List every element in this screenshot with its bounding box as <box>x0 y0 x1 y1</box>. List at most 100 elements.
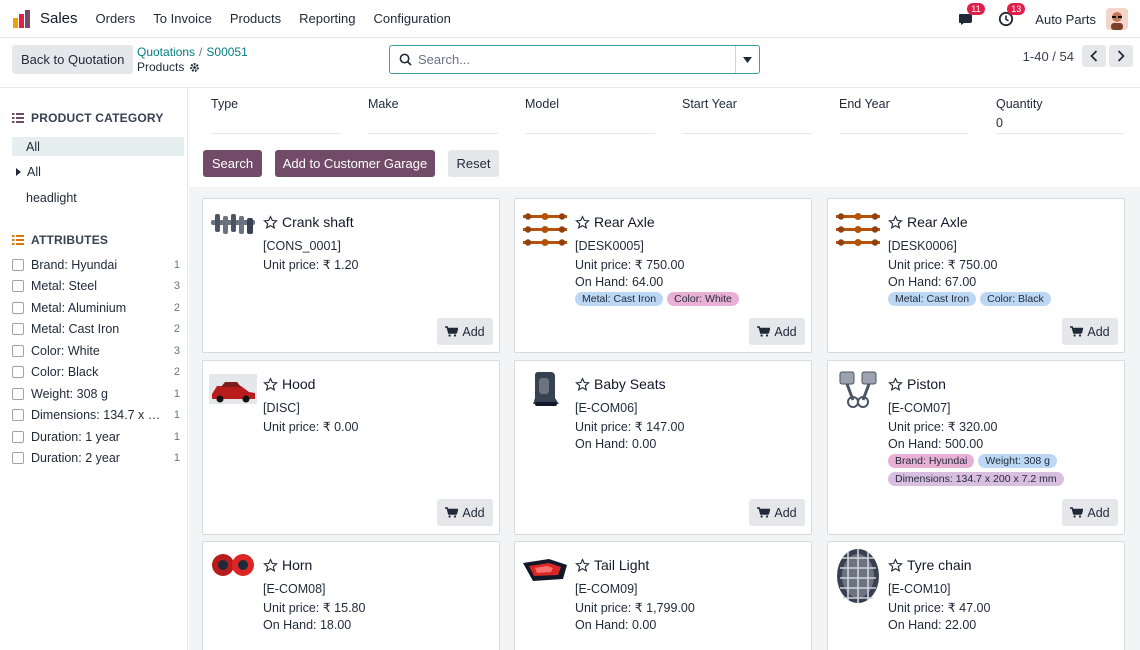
add-button[interactable]: Add <box>749 318 805 345</box>
checkbox[interactable] <box>12 388 24 400</box>
star-icon[interactable] <box>575 214 590 230</box>
filter-make-input[interactable] <box>368 133 498 134</box>
product-title[interactable]: Tyre chain <box>888 557 972 573</box>
product-category-header: PRODUCT CATEGORY <box>12 111 164 125</box>
add-button[interactable]: Add <box>749 499 805 526</box>
filter-type-input[interactable] <box>211 133 341 134</box>
breadcrumb-record[interactable]: S00051 <box>206 45 247 59</box>
checkbox[interactable] <box>12 366 24 378</box>
breadcrumb-separator: / <box>199 45 203 59</box>
filter-start-year-input[interactable] <box>682 133 812 134</box>
product-title[interactable]: Baby Seats <box>575 376 666 392</box>
add-button[interactable]: Add <box>437 318 493 345</box>
messages-button[interactable]: 11 <box>955 3 985 30</box>
product-title[interactable]: Rear Axle <box>575 214 655 230</box>
product-card[interactable]: Horn [E-COM08] Unit price: ₹ 15.80 On Ha… <box>202 541 500 650</box>
product-card[interactable]: Rear Axle [DESK0005] Unit price: ₹ 750.0… <box>514 198 812 353</box>
checkbox[interactable] <box>12 345 24 357</box>
star-icon[interactable] <box>263 376 278 392</box>
category-all-selected[interactable]: All <box>12 137 184 156</box>
category-all-label: All <box>27 164 41 179</box>
back-to-quotation-button[interactable]: Back to Quotation <box>12 45 134 74</box>
add-to-customer-garage-button[interactable]: Add to Customer Garage <box>275 150 435 177</box>
checkbox[interactable] <box>12 302 24 314</box>
user-avatar[interactable] <box>1106 8 1128 30</box>
product-card[interactable]: Tyre chain [E-COM10] Unit price: ₹ 47.00… <box>827 541 1125 650</box>
attribute-brand-hyundai[interactable]: Brand: Hyundai 1 <box>12 255 180 275</box>
pager-previous-button[interactable] <box>1082 45 1106 67</box>
category-all-expandable[interactable]: All <box>12 162 184 181</box>
product-card[interactable]: Tail Light [E-COM09] Unit price: ₹ 1,799… <box>514 541 812 650</box>
star-icon[interactable] <box>888 557 903 573</box>
checkbox[interactable] <box>12 452 24 464</box>
product-name: Baby Seats <box>594 376 666 392</box>
horn-image <box>212 554 254 576</box>
attribute-color-white[interactable]: Color: White 3 <box>12 341 180 361</box>
product-title[interactable]: Horn <box>263 557 312 573</box>
company-switcher[interactable]: Auto Parts <box>1035 12 1096 27</box>
attribute-duration-1-year[interactable]: Duration: 1 year 1 <box>12 427 180 447</box>
add-button[interactable]: Add <box>1062 499 1118 526</box>
menu-products[interactable]: Products <box>230 11 281 26</box>
checkbox[interactable] <box>12 259 24 271</box>
filter-quantity-input[interactable] <box>996 133 1124 134</box>
checkbox[interactable] <box>12 431 24 443</box>
gear-icon[interactable] <box>189 62 200 73</box>
sales-app-icon[interactable] <box>11 8 33 30</box>
product-category-title: PRODUCT CATEGORY <box>31 111 164 125</box>
attribute-duration-2-year[interactable]: Duration: 2 year 1 <box>12 448 180 468</box>
filter-end-year-input[interactable] <box>839 133 969 134</box>
product-card[interactable]: Hood [DISC] Unit price: ₹ 0.00 Add <box>202 360 500 535</box>
checkbox[interactable] <box>12 280 24 292</box>
product-tags: Metal: Cast Iron Color: White <box>575 292 807 306</box>
reset-button[interactable]: Reset <box>448 150 499 177</box>
add-label: Add <box>1087 505 1110 520</box>
star-icon[interactable] <box>888 376 903 392</box>
menu-orders[interactable]: Orders <box>96 11 136 26</box>
search-input[interactable] <box>412 46 735 73</box>
attribute-metal-aluminium[interactable]: Metal: Aluminium 2 <box>12 298 180 318</box>
product-card[interactable]: Baby Seats [E-COM06] Unit price: ₹ 147.0… <box>514 360 812 535</box>
product-card[interactable]: Crank shaft [CONS_0001] Unit price: ₹ 1.… <box>202 198 500 353</box>
category-headlight[interactable]: headlight <box>12 188 184 207</box>
search-button[interactable]: Search <box>203 150 262 177</box>
attribute-metal-cast-iron[interactable]: Metal: Cast Iron 2 <box>12 319 180 339</box>
hood-car-image <box>209 374 257 404</box>
product-title[interactable]: Rear Axle <box>888 214 968 230</box>
filter-model-input[interactable] <box>525 133 655 134</box>
checkbox[interactable] <box>12 323 24 335</box>
menu-configuration[interactable]: Configuration <box>374 11 451 26</box>
attribute-color-black[interactable]: Color: Black 2 <box>12 362 180 382</box>
breadcrumb-quotations[interactable]: Quotations <box>137 45 195 59</box>
star-icon[interactable] <box>263 557 278 573</box>
product-title[interactable]: Piston <box>888 376 946 392</box>
product-title[interactable]: Tail Light <box>575 557 649 573</box>
menu-to-invoice[interactable]: To Invoice <box>153 11 212 26</box>
filter-start-year-label: Start Year <box>682 97 737 111</box>
star-icon[interactable] <box>575 557 590 573</box>
menu-reporting[interactable]: Reporting <box>299 11 355 26</box>
product-onhand: On Hand: 67.00 <box>888 275 977 289</box>
add-button[interactable]: Add <box>437 499 493 526</box>
checkbox[interactable] <box>12 409 24 421</box>
filter-quantity-value[interactable]: 0 <box>996 116 1003 130</box>
add-label: Add <box>462 324 485 339</box>
activities-button[interactable]: 13 <box>995 3 1026 30</box>
attribute-weight[interactable]: Weight: 308 g 1 <box>12 384 180 404</box>
product-title[interactable]: Crank shaft <box>263 214 354 230</box>
product-card[interactable]: Piston [E-COM07] Unit price: ₹ 320.00 On… <box>827 360 1125 535</box>
pager-value[interactable]: 1-40 / 54 <box>1023 49 1074 64</box>
add-button[interactable]: Add <box>1062 318 1118 345</box>
star-icon[interactable] <box>888 214 903 230</box>
search-options-toggle[interactable] <box>735 46 759 73</box>
pager-next-button[interactable] <box>1109 45 1133 67</box>
tail-light-image <box>523 559 567 581</box>
attribute-metal-steel[interactable]: Metal: Steel 3 <box>12 276 180 296</box>
star-icon[interactable] <box>575 376 590 392</box>
app-name[interactable]: Sales <box>40 10 78 27</box>
attribute-label: Metal: Aluminium <box>31 301 127 315</box>
product-card[interactable]: Rear Axle [DESK0006] Unit price: ₹ 750.0… <box>827 198 1125 353</box>
attribute-dimensions[interactable]: Dimensions: 134.7 x 200 x 7.2 mm 1 <box>12 405 180 425</box>
star-icon[interactable] <box>263 214 278 230</box>
product-title[interactable]: Hood <box>263 376 315 392</box>
